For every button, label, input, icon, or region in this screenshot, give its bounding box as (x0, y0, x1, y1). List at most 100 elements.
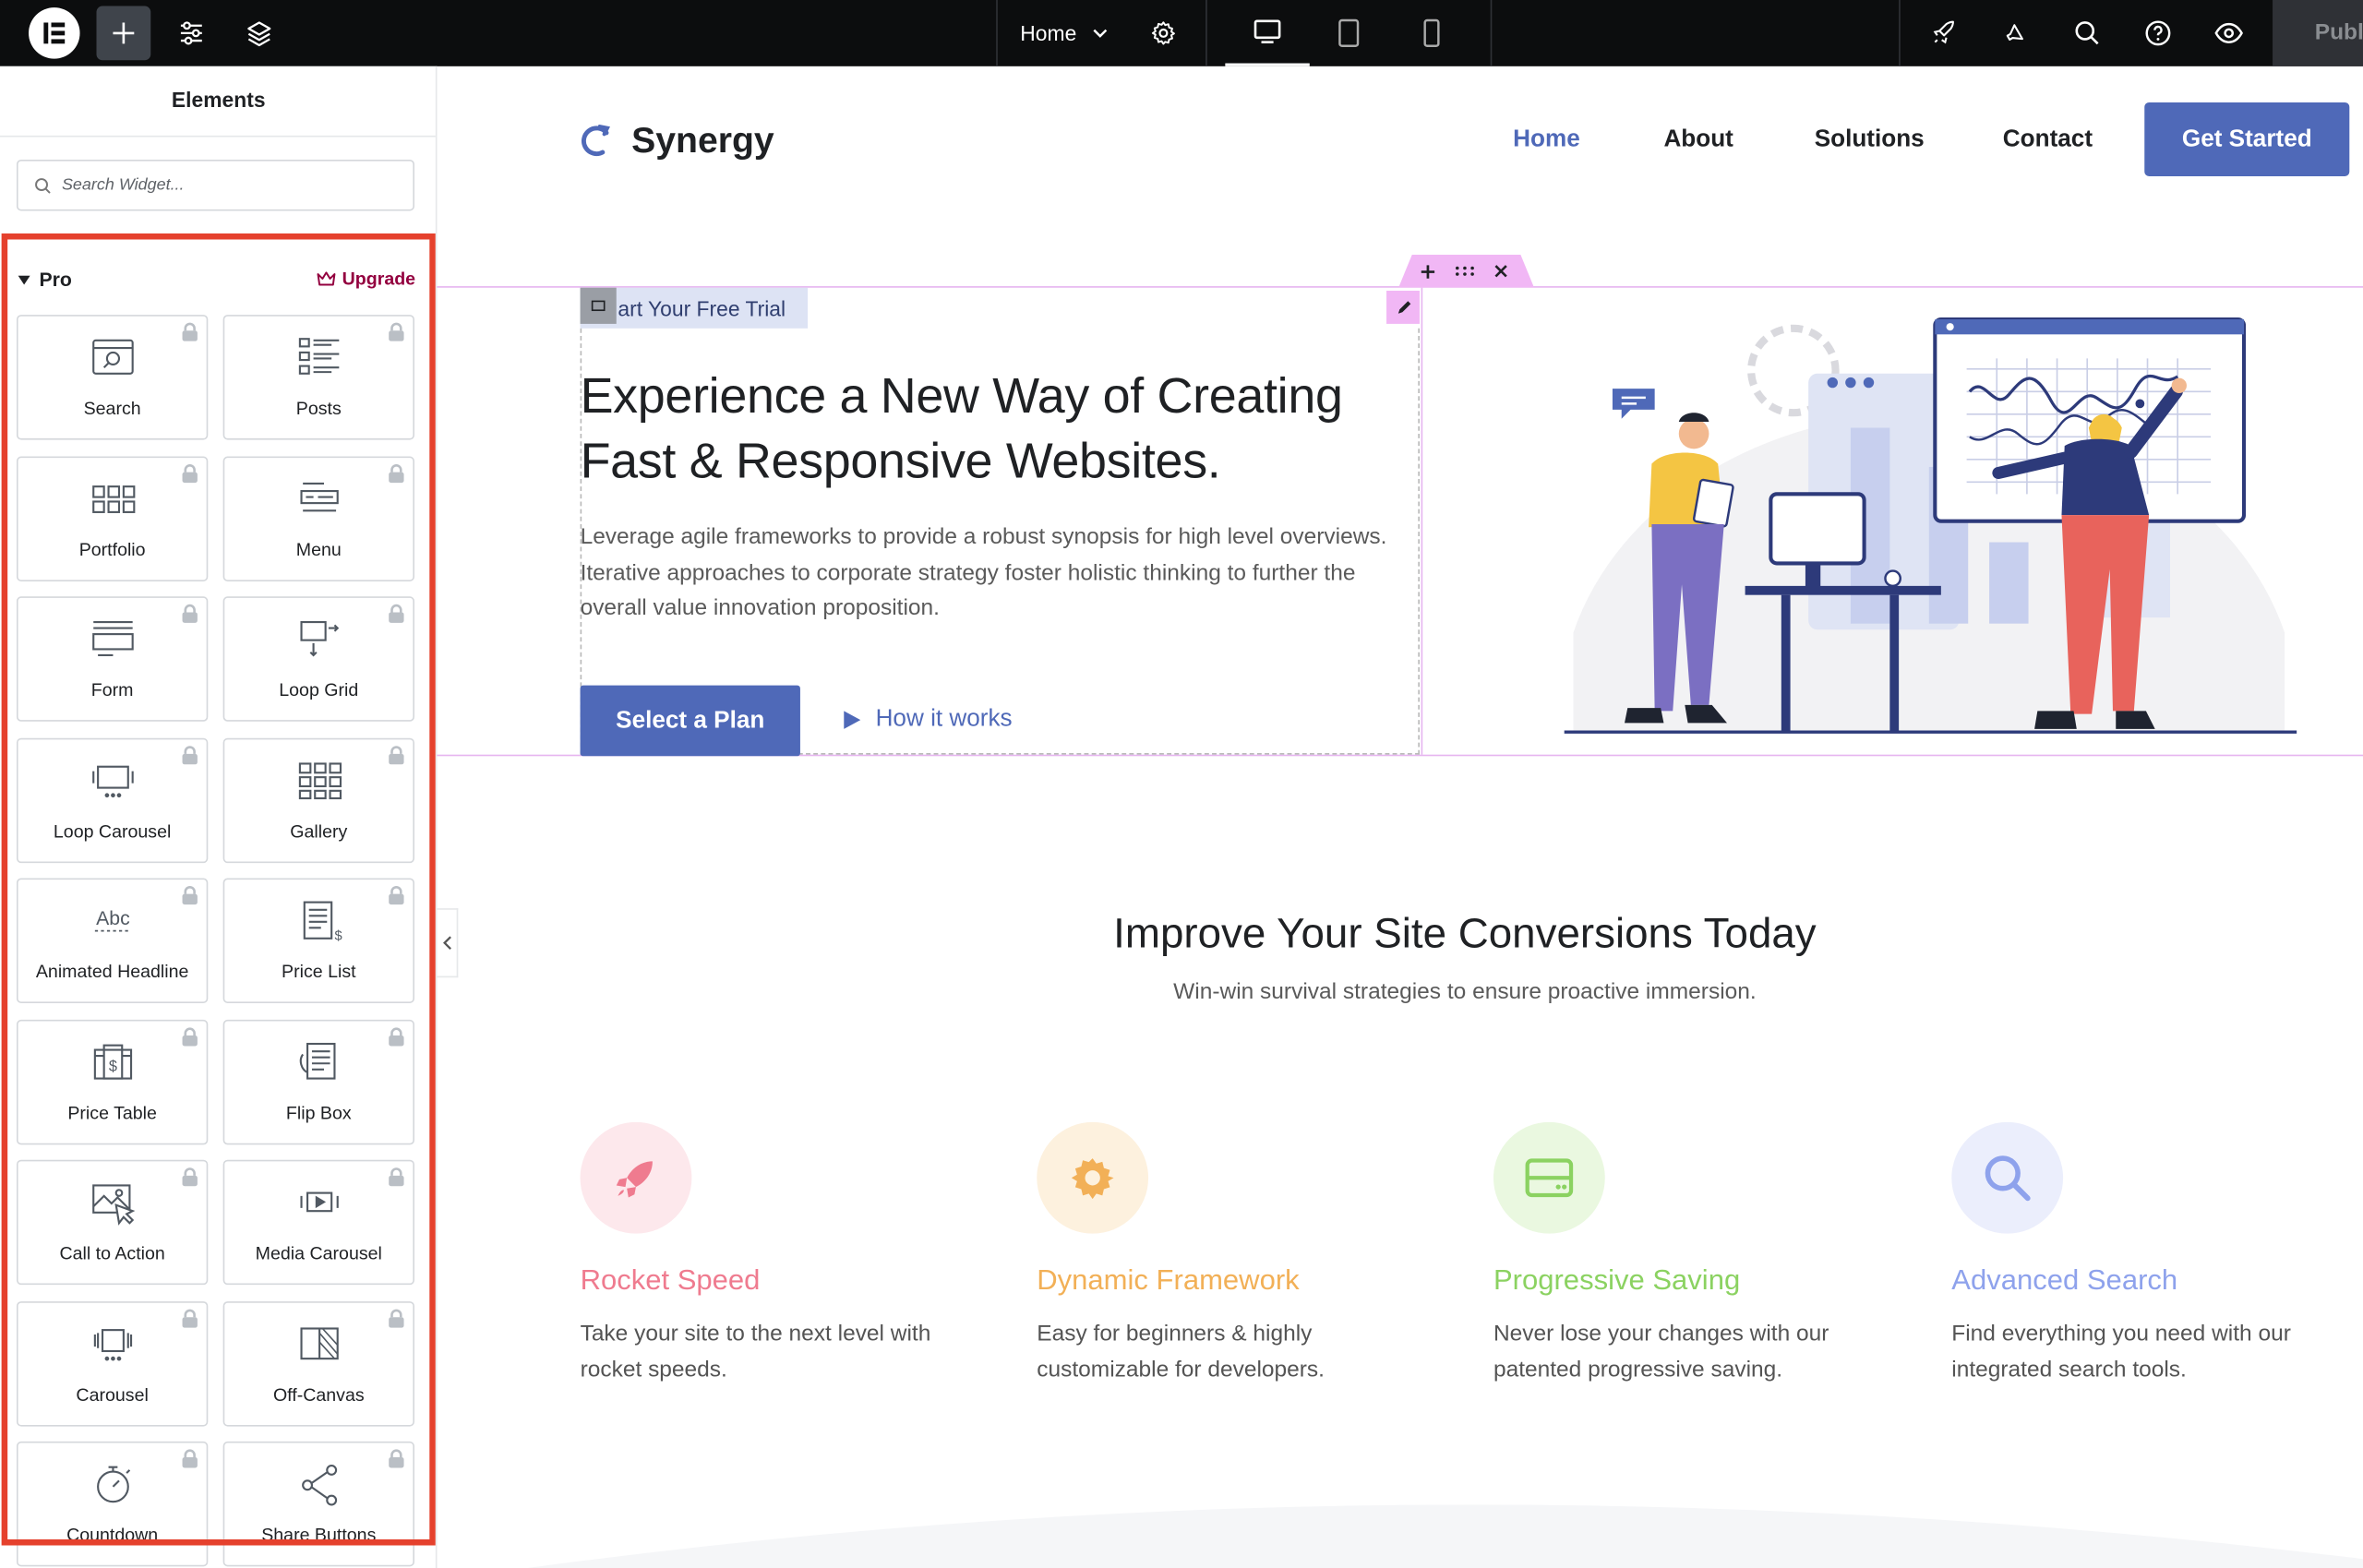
elementor-logo-icon (29, 7, 80, 59)
nav-about[interactable]: About (1663, 126, 1733, 153)
widget-gallery[interactable]: Gallery (222, 736, 414, 863)
how-it-works-label: How it works (875, 706, 1013, 733)
widget-portfolio[interactable]: Portfolio (16, 455, 209, 581)
add-section-icon[interactable] (1420, 264, 1436, 281)
sliders-icon (180, 21, 202, 45)
hero-heading: Experience a New Way of Creating Fast & … (580, 367, 1343, 488)
feature-drive-badge (1493, 1121, 1605, 1234)
widget-label: Form (90, 679, 134, 700)
widget-price-list[interactable]: $ Price List (222, 878, 414, 1003)
widget-menu[interactable]: Menu (222, 455, 414, 581)
widget-off-canvas[interactable]: Off-Canvas (222, 1300, 414, 1426)
search-widget-icon (91, 339, 133, 375)
flip-box-icon (298, 1042, 335, 1079)
elements-panel: Elements Search Widget... Pro Upgrade Se… (0, 66, 438, 1568)
widget-label: Gallery (290, 820, 348, 842)
widget-posts[interactable]: Posts (222, 315, 414, 440)
panel-title: Elements (171, 87, 266, 112)
cog-icon (1071, 1158, 1114, 1200)
page-settings-button[interactable] (1136, 6, 1191, 61)
widget-price-table[interactable]: $ Price Table (16, 1019, 209, 1144)
price-table-icon: $ (92, 1043, 132, 1079)
section-subtitle: Win-win survival strategies to ensure pr… (1173, 978, 1757, 1005)
drag-handle-icon[interactable] (1455, 265, 1476, 277)
call-to-action-icon (91, 1184, 135, 1226)
price-list-icon: $ (302, 901, 342, 943)
widget-edit-handle[interactable] (580, 287, 617, 324)
feature-cog-badge (1037, 1121, 1149, 1234)
divider (0, 135, 436, 138)
widget-label: Loop Carousel (53, 820, 172, 842)
add-element-button[interactable] (96, 6, 151, 61)
svg-text:Abc: Abc (95, 908, 129, 929)
whats-new-button[interactable] (1989, 6, 2044, 61)
widget-label: Animated Headline (35, 961, 189, 983)
widget-search[interactable]: Search (16, 315, 209, 440)
get-started-button[interactable]: Get Started (2144, 102, 2350, 176)
widget-animated-headline[interactable]: Abc Animated Headline (16, 878, 209, 1003)
widget-label: Call to Action (59, 1242, 165, 1264)
portfolio-icon (91, 485, 135, 513)
nav-contact[interactable]: Contact (2003, 126, 2093, 153)
rocket-outline-icon (1933, 20, 1954, 44)
widget-label: Countdown (66, 1524, 159, 1546)
widget-flip-box[interactable]: Flip Box (222, 1019, 414, 1144)
widget-label: Price Table (67, 1101, 157, 1123)
publish-button[interactable]: Publi (2273, 0, 2363, 66)
desktop-icon (1253, 19, 1281, 44)
help-button[interactable] (2131, 6, 2186, 61)
megaphone-icon (2006, 24, 2023, 41)
feature-title-progressive-saving: Progressive Saving (1493, 1264, 1741, 1298)
nav-home[interactable]: Home (1513, 126, 1580, 153)
pro-section-toggle[interactable]: Pro (18, 269, 72, 291)
synergy-logo-icon (582, 125, 610, 157)
menu-icon (299, 482, 338, 511)
caret-down-icon (18, 274, 30, 284)
delete-section-icon[interactable] (1493, 264, 1508, 279)
search-placeholder: Search Widget... (61, 175, 185, 195)
finder-button[interactable] (2060, 6, 2115, 61)
nav-solutions[interactable]: Solutions (1815, 126, 1925, 153)
feature-desc-dynamic-framework: Easy for beginners & highly customizable… (1037, 1321, 1325, 1383)
help-icon (2145, 20, 2171, 46)
launchpad-button[interactable] (1917, 6, 1972, 61)
feature-desc-advanced-search: Find everything you need with our integr… (1951, 1321, 2291, 1383)
preview-button[interactable] (2201, 6, 2256, 61)
search-widget-input[interactable]: Search Widget... (16, 160, 414, 211)
share-buttons-icon (301, 1464, 337, 1506)
logo-text: Synergy (631, 120, 774, 162)
select-plan-button[interactable]: Select a Plan (580, 685, 800, 757)
feature-search-badge (1951, 1121, 2064, 1234)
widget-media-carousel[interactable]: Media Carousel (222, 1159, 414, 1286)
how-it-works-link[interactable]: How it works (843, 706, 1013, 733)
loop-carousel-icon (91, 764, 133, 797)
widget-countdown[interactable]: Countdown (16, 1441, 209, 1567)
media-carousel-icon (299, 1191, 338, 1213)
search-icon (35, 178, 51, 194)
svg-text:$: $ (334, 928, 342, 943)
hero-illustration (1564, 317, 2297, 734)
widget-carousel[interactable]: Carousel (16, 1300, 209, 1426)
widget-share-buttons[interactable]: Share Buttons (222, 1441, 414, 1567)
site-logo[interactable]: Synergy (579, 121, 774, 163)
feature-title-advanced-search: Advanced Search (1951, 1264, 2178, 1298)
mobile-view-button[interactable] (1405, 6, 1459, 61)
site-settings-button[interactable] (164, 6, 219, 61)
feature-title-rocket-speed: Rocket Speed (580, 1264, 761, 1298)
widget-loop-carousel[interactable]: Loop Carousel (16, 736, 209, 863)
page-selector[interactable]: Home (1020, 18, 1110, 49)
structure-button[interactable] (232, 6, 286, 61)
eyebrow-text: art Your Free Trial (618, 296, 786, 321)
desktop-view-button[interactable] (1225, 0, 1310, 66)
crown-icon (317, 270, 336, 285)
pencil-icon (1397, 300, 1410, 313)
upgrade-link[interactable]: Upgrade (317, 269, 415, 289)
widget-call-to-action[interactable]: Call to Action (16, 1159, 209, 1286)
widget-label: Posts (295, 397, 342, 419)
elementor-logo-button[interactable] (27, 6, 81, 61)
column-edit-button[interactable] (1386, 290, 1420, 324)
tablet-view-button[interactable] (1322, 6, 1376, 61)
widget-form[interactable]: Form (16, 596, 209, 722)
hero-paragraph: Leverage agile frameworks to provide a r… (580, 523, 1387, 621)
widget-loop-grid[interactable]: Loop Grid (222, 596, 414, 722)
